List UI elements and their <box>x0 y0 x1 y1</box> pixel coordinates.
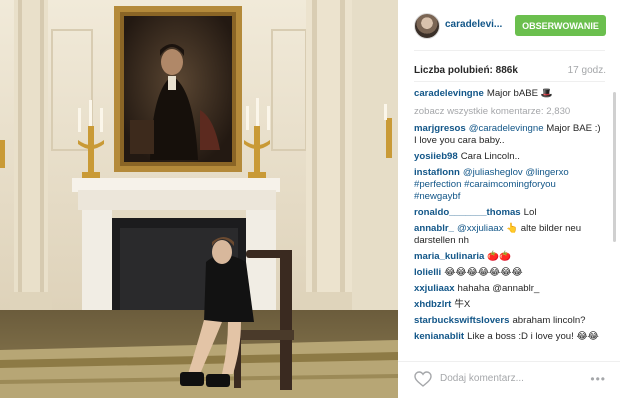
view-all-comments-link[interactable]: zobacz wszystkie komentarze: 2,830 <box>414 106 604 118</box>
add-comment-input[interactable]: Dodaj komentarz... <box>440 373 524 384</box>
comment-username[interactable]: instaflonn <box>414 167 460 178</box>
comment-username[interactable]: annablr_ <box>414 223 454 234</box>
comment-username[interactable]: kenianablit <box>414 331 464 342</box>
comment-text: 牛X <box>454 299 471 310</box>
comment-item: maria_kulinaria 🍅🍅 <box>414 251 604 263</box>
post-header: caradelevi... OBSERWOWANIE <box>414 11 606 41</box>
post-side-panel: caradelevi... OBSERWOWANIE Liczba polubi… <box>398 0 620 398</box>
caption-text: Major bABE 🎩 <box>486 88 553 99</box>
comment-item: annablr_ @xxjuliaax 👆 alte bilder neu dar… <box>414 223 604 247</box>
comment-username[interactable]: ronaldo_______thomas <box>414 207 521 218</box>
comment-item: yosiieb98 Cara Lincoln.. <box>414 151 604 163</box>
comment-mention[interactable]: @caradelevingne <box>469 123 544 134</box>
comment-text: 🍅🍅 <box>487 251 512 262</box>
comment-username[interactable]: lolielli <box>414 267 441 278</box>
ellipsis-icon[interactable]: ••• <box>590 372 606 386</box>
comment-username[interactable]: yosiieb98 <box>414 151 458 162</box>
comment-username[interactable]: maria_kulinaria <box>414 251 484 262</box>
comment-item: instaflonn @juliasheglov @lingerxo #perfe… <box>414 167 604 203</box>
comment-text: hahaha @annablr_ <box>457 283 540 294</box>
comment-username[interactable]: xhdbzlrt <box>414 299 451 310</box>
caption-username[interactable]: caradelevingne <box>414 88 484 99</box>
post-photo <box>0 0 398 398</box>
heart-outline-icon <box>414 371 432 387</box>
comment-item: starbuckswiftslovers abraham lincoln? <box>414 315 604 327</box>
caption: caradelevingne Major bABE 🎩 <box>414 88 604 100</box>
comment-text: Cara Lincoln.. <box>460 151 520 162</box>
comment-item: kenianablit Like a boss :D i love you! 😂😂 <box>414 331 604 343</box>
comment-text: abraham lincoln? <box>512 315 586 326</box>
comment-text: Like a boss :D i love you! 😂😂 <box>467 331 599 342</box>
comments-scrollbar[interactable] <box>613 92 616 242</box>
comment-text: 😂😂😂😂😂😂😂 <box>444 267 523 278</box>
photo-illustration <box>0 0 398 398</box>
comment-item: marjgresos @caradelevingne Major BAE :) I… <box>414 123 604 147</box>
author-username[interactable]: caradelevi... <box>445 19 502 30</box>
heart-icon[interactable] <box>414 371 432 387</box>
post-timestamp[interactable]: 17 godz. <box>568 65 606 76</box>
follow-button[interactable]: OBSERWOWANIE <box>515 15 606 36</box>
comment-item: lolielli 😂😂😂😂😂😂😂 <box>414 267 604 279</box>
likes-divider <box>414 81 605 82</box>
comment-username[interactable]: marjgresos <box>414 123 466 134</box>
avatar[interactable] <box>414 13 440 39</box>
comment-item: xxjuliaax hahaha @annablr_ <box>414 283 604 295</box>
comment-item: xhdbzlrt 牛X <box>414 299 604 311</box>
comment-username[interactable]: xxjuliaax <box>414 283 455 294</box>
comment-item: ronaldo_______thomas Lol <box>414 207 604 219</box>
likes-count[interactable]: Liczba polubień: 886k <box>414 65 518 76</box>
comment-mention[interactable]: @xxjuliaax <box>457 223 504 234</box>
comment-username[interactable]: starbuckswiftslovers <box>414 315 509 326</box>
comment-text: Lol <box>523 207 537 218</box>
comments-list: caradelevingne Major bABE 🎩 zobacz wszyst… <box>414 88 604 358</box>
header-divider <box>414 50 605 51</box>
post-footer: Dodaj komentarz... ••• <box>398 361 620 398</box>
